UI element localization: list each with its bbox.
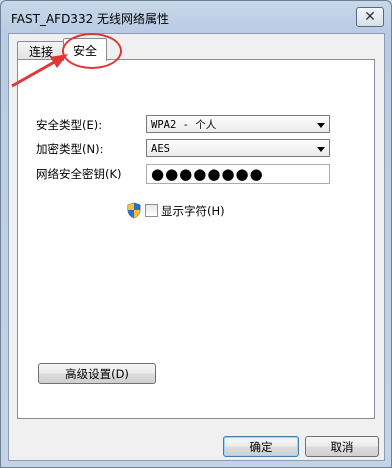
- encryption-type-select[interactable]: AES: [146, 139, 330, 157]
- cancel-button[interactable]: 取消: [305, 436, 379, 457]
- dialog-window: FAST_AFD332 无线网络属性 ✕ 连接 安全 安全类型(E): WPA2…: [0, 0, 392, 468]
- show-characters-row[interactable]: 显示字符(H): [126, 202, 225, 219]
- security-type-label: 安全类型(E):: [36, 118, 103, 132]
- chevron-down-icon: [317, 147, 325, 152]
- dialog-client-area: 连接 安全 安全类型(E): WPA2 - 个人 加密类型(N): AES 网络…: [8, 33, 385, 461]
- encryption-type-value: AES: [151, 143, 170, 155]
- security-type-select[interactable]: WPA2 - 个人: [146, 115, 330, 133]
- close-button[interactable]: ✕: [356, 7, 384, 27]
- network-key-label: 网络安全密钥(K): [36, 167, 122, 181]
- window-title: FAST_AFD332 无线网络属性: [11, 12, 170, 26]
- show-characters-checkbox[interactable]: [145, 204, 158, 217]
- security-type-value: WPA2 - 个人: [151, 119, 217, 131]
- security-tab-panel: 安全类型(E): WPA2 - 个人 加密类型(N): AES 网络安全密钥(K…: [17, 59, 375, 419]
- close-icon: ✕: [364, 9, 376, 25]
- tab-connection[interactable]: 连接: [17, 41, 65, 60]
- uac-shield-icon: [127, 202, 141, 219]
- annotation-circle: [62, 33, 122, 69]
- ok-button[interactable]: 确定: [223, 436, 299, 457]
- network-key-input[interactable]: ●●●●●●●●: [146, 164, 330, 184]
- show-characters-label: 显示字符(H): [161, 203, 225, 218]
- chevron-down-icon: [317, 123, 325, 128]
- advanced-settings-button[interactable]: 高级设置(D): [38, 363, 156, 384]
- encryption-type-label: 加密类型(N):: [36, 142, 104, 156]
